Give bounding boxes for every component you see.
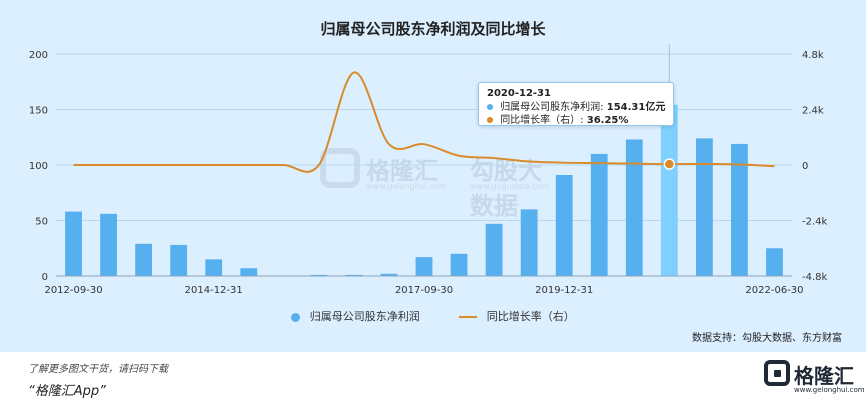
chart-svg[interactable]: 0 -4.8k 50 -2.4k 100 0 150 2.4k 200 4.8k 2012-09-3… bbox=[0, 0, 866, 310]
legend-growth-label: 同比增长率（右） bbox=[486, 310, 575, 323]
bar[interactable] bbox=[695, 138, 713, 276]
legend-profit-dot-icon bbox=[291, 312, 301, 322]
legend-item-profit[interactable]: 归属母公司股东净利润 bbox=[291, 308, 420, 324]
footer-note: 了解更多图文干货，请扫码下载 bbox=[28, 364, 168, 375]
tooltip-row-profit: 归属母公司股东净利润: 154.31亿元 bbox=[487, 101, 665, 114]
bar[interactable] bbox=[135, 243, 153, 276]
y-right-tick-label: 0 bbox=[802, 161, 808, 172]
brand-logo-icon bbox=[764, 360, 790, 386]
bar[interactable] bbox=[450, 253, 468, 276]
y-left-tick-label: 0 bbox=[42, 272, 48, 283]
bar[interactable] bbox=[65, 211, 82, 276]
bar[interactable] bbox=[240, 268, 258, 276]
bar[interactable] bbox=[555, 174, 573, 276]
bar[interactable] bbox=[766, 248, 783, 276]
brand-logo[interactable]: 格隆汇 www.gelonghui.com bbox=[764, 356, 865, 404]
bar[interactable] bbox=[205, 259, 223, 276]
brand-url: www.gelonghui.com bbox=[794, 386, 865, 394]
bar[interactable] bbox=[590, 153, 608, 276]
x-tick-label: 2022-06-30 bbox=[745, 285, 803, 296]
bar[interactable] bbox=[625, 139, 643, 276]
x-tick-label: 2014-12-31 bbox=[185, 285, 243, 296]
bar[interactable] bbox=[100, 213, 117, 276]
chart-legend: 归属母公司股东净利润 同比增长率（右） bbox=[0, 308, 866, 324]
tooltip-date: 2020-12-31 bbox=[487, 88, 551, 99]
y-left-tick-label: 100 bbox=[29, 161, 48, 172]
y-right-tick-label: 2.4k bbox=[802, 106, 824, 117]
bar[interactable] bbox=[415, 257, 433, 276]
legend-growth-line-icon bbox=[459, 316, 478, 318]
y-right-tick-label: 4.8k bbox=[802, 50, 824, 61]
x-tick-label: 2012-09-30 bbox=[44, 285, 102, 296]
bar[interactable] bbox=[520, 209, 538, 276]
bar[interactable] bbox=[170, 244, 188, 276]
y-right-tick-label: -2.4k bbox=[802, 217, 828, 228]
tooltip-profit-value: 154.31亿元 bbox=[606, 102, 666, 113]
y-left-tick-label: 50 bbox=[35, 217, 48, 228]
footer-app-name: “格隆汇App” bbox=[28, 384, 106, 399]
legend-profit-label: 归属母公司股东净利润 bbox=[309, 310, 420, 323]
growth-point[interactable] bbox=[663, 158, 676, 170]
tooltip-row-growth: 同比增长率（右）: 36.25% bbox=[487, 114, 665, 127]
y-right-tick-label: -4.8k bbox=[802, 272, 828, 283]
data-source: 数据支持：勾股大数据、东方财富 bbox=[692, 333, 842, 344]
tooltip-growth-label: 同比增长率（右）: bbox=[500, 115, 584, 126]
bar[interactable] bbox=[660, 104, 678, 276]
y-left-tick-label: 150 bbox=[29, 106, 48, 117]
chart-tooltip: 2020-12-31 归属母公司股东净利润: 154.31亿元 同比增长率（右）… bbox=[478, 82, 674, 126]
x-tick-label: 2017-09-30 bbox=[395, 285, 453, 296]
tooltip-profit-dot-icon bbox=[487, 104, 493, 110]
tooltip-growth-dot-icon bbox=[487, 117, 493, 123]
tooltip-profit-label: 归属母公司股东净利润: bbox=[500, 102, 604, 113]
brand-name: 格隆汇 bbox=[794, 364, 854, 388]
tooltip-growth-value: 36.25% bbox=[586, 115, 629, 126]
x-tick-label: 2019-12-31 bbox=[535, 285, 593, 296]
bar[interactable] bbox=[485, 223, 503, 276]
legend-item-growth[interactable]: 同比增长率（右） bbox=[459, 308, 575, 324]
y-left-tick-label: 200 bbox=[29, 50, 48, 61]
